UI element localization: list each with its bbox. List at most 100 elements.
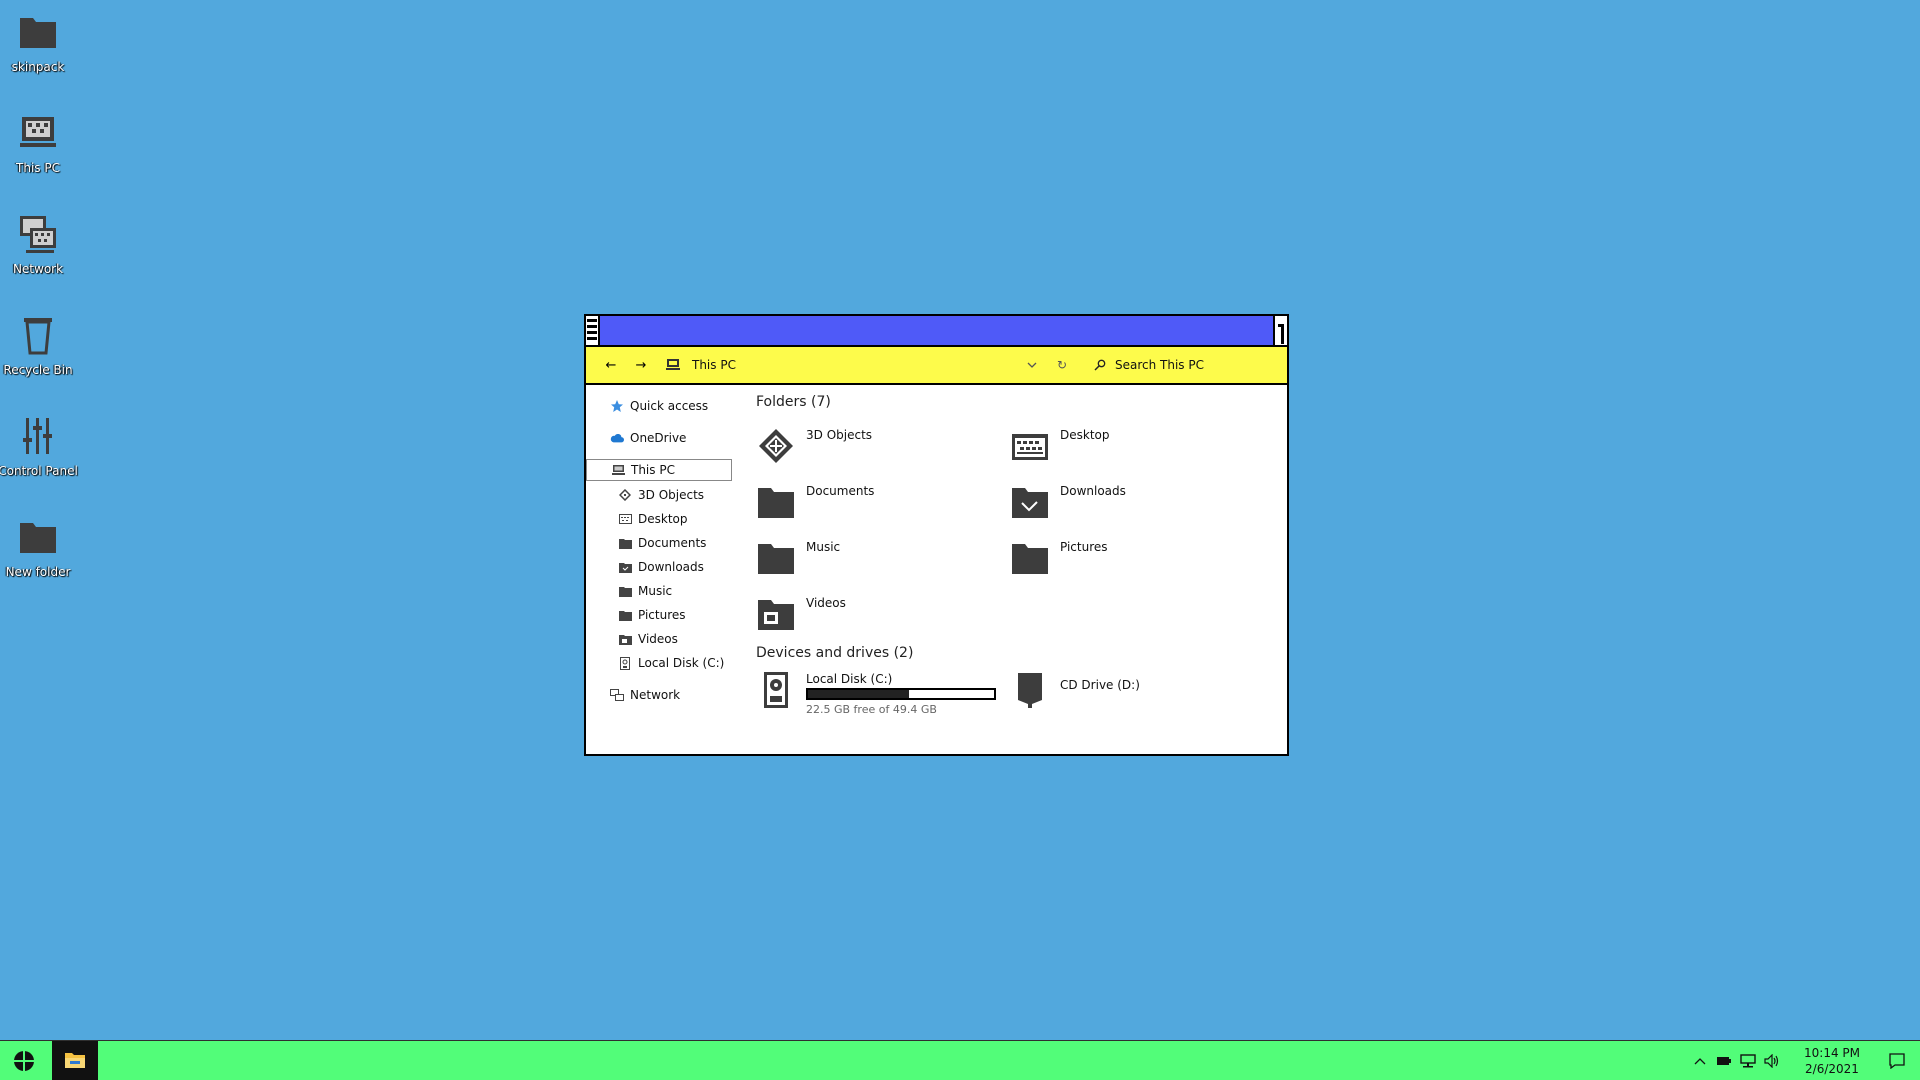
arrow-right-icon: →	[635, 357, 647, 373]
location-icon-button[interactable]	[656, 350, 690, 380]
folder-tile-label: Music	[806, 540, 841, 554]
maximize-button[interactable]	[1273, 316, 1287, 345]
nav-item-this-pc[interactable]: This PC	[586, 459, 732, 481]
videos-folder-icon	[618, 632, 632, 646]
folder-icon	[20, 18, 56, 48]
videos-folder-icon	[758, 600, 794, 630]
address-toolbar: ← → This PC ↻	[586, 347, 1287, 385]
forward-button[interactable]: →	[626, 350, 656, 380]
nav-item-label: 3D Objects	[638, 488, 705, 502]
folder-tile-label: Videos	[806, 596, 846, 610]
cube-icon	[759, 429, 793, 463]
system-menu-button[interactable]	[586, 316, 600, 345]
folder-tile-documents[interactable]: Documents	[756, 482, 996, 526]
nav-item-label: This PC	[631, 463, 675, 477]
refresh-button[interactable]: ↻	[1047, 350, 1077, 380]
desktop-icon-this-pc[interactable]: This PC	[0, 101, 76, 191]
show-hidden-icons-button[interactable]	[1688, 1041, 1712, 1080]
downloads-folder-icon	[618, 560, 632, 574]
address-bar[interactable]: This PC	[692, 358, 1017, 372]
drive-free-space: 22.5 GB free of 49.4 GB	[806, 703, 937, 716]
desktop-icon-control-panel[interactable]: Control Panel	[0, 404, 78, 494]
folders-section-title: Folders (7)	[756, 394, 831, 410]
hard-drive-icon	[618, 656, 632, 670]
computer-icon	[666, 359, 680, 370]
clock-time: 10:14 PM	[1804, 1046, 1860, 1060]
desktop-icon-label: Recycle Bin	[3, 363, 73, 377]
network-icon	[1740, 1054, 1756, 1068]
folder-icon	[618, 608, 632, 622]
nav-item-music[interactable]: Music	[618, 580, 672, 602]
folder-icon	[1012, 544, 1048, 574]
taskbar-clock[interactable]: 10:14 PM 2/6/2021	[1790, 1045, 1874, 1077]
desktop-icon-label: skinpack	[11, 60, 65, 74]
chevron-up-icon	[1694, 1058, 1706, 1065]
notification-center-button[interactable]	[1874, 1041, 1920, 1080]
folder-icon	[618, 584, 632, 598]
devices-section-title: Devices and drives (2)	[756, 645, 914, 661]
folder-icon	[758, 544, 794, 574]
drive-tile-local-disk[interactable]: Local Disk (C:) 22.5 GB free of 49.4 GB	[756, 670, 996, 716]
folder-tile-desktop[interactable]: Desktop	[1010, 426, 1250, 470]
network-icon	[610, 688, 624, 702]
folder-tile-3d-objects[interactable]: 3D Objects	[756, 426, 996, 470]
desktop-icon-network[interactable]: Network	[0, 202, 76, 292]
folder-tile-music[interactable]: Music	[756, 538, 996, 582]
nav-item-videos[interactable]: Videos	[618, 628, 678, 650]
taskbar-file-explorer[interactable]	[52, 1041, 98, 1080]
search-input[interactable]	[1115, 358, 1265, 372]
desktop-icon-label: This PC	[16, 161, 60, 175]
cube-icon	[618, 488, 632, 502]
desktop-icon-recycle-bin[interactable]: Recycle Bin	[0, 303, 76, 393]
cloud-icon	[610, 431, 624, 445]
clock-date: 2/6/2021	[1805, 1062, 1859, 1076]
battery-icon	[1717, 1057, 1731, 1065]
folder-tile-label: Desktop	[1060, 428, 1110, 442]
title-bar[interactable]	[586, 316, 1287, 347]
folder-tile-downloads[interactable]: Downloads	[1010, 482, 1250, 526]
nav-item-quick-access[interactable]: Quick access	[610, 395, 708, 417]
nav-item-network[interactable]: Network	[610, 684, 680, 706]
search-button[interactable]	[1085, 350, 1115, 380]
back-button[interactable]: ←	[596, 350, 626, 380]
nav-item-downloads[interactable]: Downloads	[618, 556, 704, 578]
desktop-icon-label: Network	[12, 262, 64, 276]
drive-usage-fill	[808, 690, 910, 698]
folder-tile-videos[interactable]: Videos	[756, 594, 996, 638]
drive-label: Local Disk (C:)	[806, 672, 893, 686]
arrow-left-icon: ←	[605, 357, 617, 373]
drive-usage-bar	[806, 688, 996, 700]
nav-item-desktop[interactable]: Desktop	[618, 508, 688, 530]
drive-tile-cd-drive[interactable]: CD Drive (D:)	[1010, 670, 1250, 714]
search-icon	[1094, 359, 1106, 371]
nav-item-pictures[interactable]: Pictures	[618, 604, 686, 626]
nav-item-onedrive[interactable]: OneDrive	[610, 427, 686, 449]
nav-item-label: Downloads	[638, 560, 704, 574]
desktop-icon	[1012, 434, 1048, 460]
refresh-icon: ↻	[1056, 358, 1068, 372]
nav-item-label: OneDrive	[630, 431, 687, 445]
nav-item-label: Documents	[638, 536, 707, 550]
address-dropdown-button[interactable]	[1017, 350, 1047, 380]
volume-tray-button[interactable]	[1760, 1041, 1784, 1080]
desktop-icon-label: New folder	[5, 565, 71, 579]
nav-item-local-disk[interactable]: Local Disk (C:)	[618, 652, 724, 674]
nav-item-documents[interactable]: Documents	[618, 532, 706, 554]
start-button[interactable]	[0, 1041, 48, 1080]
recycle-bin-icon	[24, 318, 52, 355]
chevron-down-icon	[1027, 362, 1037, 368]
battery-tray-button[interactable]	[1712, 1041, 1736, 1080]
file-explorer-icon	[65, 1052, 85, 1068]
nav-item-3d-objects[interactable]: 3D Objects	[618, 484, 704, 506]
downloads-folder-icon	[1012, 488, 1048, 518]
folder-tile-label: Pictures	[1060, 540, 1108, 554]
folder-tile-pictures[interactable]: Pictures	[1010, 538, 1250, 582]
nav-item-label: Local Disk (C:)	[638, 656, 725, 670]
control-panel-icon	[23, 418, 52, 454]
navigation-pane: Quick access OneDrive This PC 3D Objects…	[586, 385, 736, 754]
star-icon	[610, 399, 624, 413]
explorer-window: ← → This PC ↻ Search This PC Quick acces…	[584, 314, 1289, 756]
desktop-icon-skinpack[interactable]: skinpack	[0, 0, 76, 90]
desktop-icon-new-folder[interactable]: New folder	[0, 505, 76, 595]
network-tray-button[interactable]	[1736, 1041, 1760, 1080]
